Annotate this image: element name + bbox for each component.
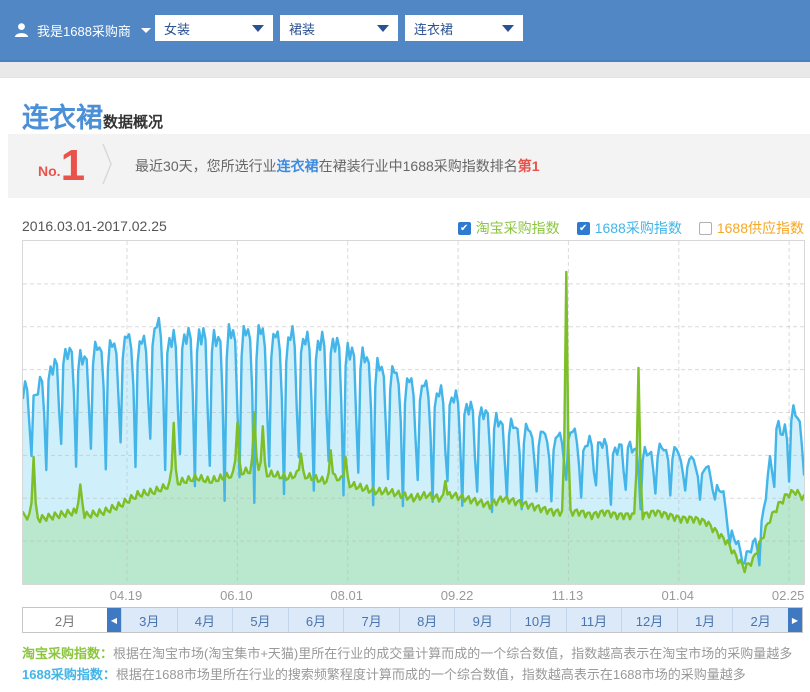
page-title-rest: 数据概况 — [103, 114, 163, 131]
user-label: 我是1688采购商 — [37, 21, 131, 40]
index-definition-2: 1688采购指数：根据在1688市场里所在行业的搜索频繁程度计算而成的一个综合数… — [22, 664, 810, 685]
rank-no-label: No. — [38, 163, 61, 179]
current-month-box[interactable]: 2月 — [23, 608, 107, 632]
x-tick-label: 09.22 — [441, 588, 474, 603]
checkbox-checked-icon[interactable]: ✔ — [577, 222, 590, 235]
top-bar: 我是1688采购商 女装 裙装 连衣裙 — [0, 0, 810, 62]
index-definition-1: 淘宝采购指数：根据在淘宝市场(淘宝集市+天猫)里所在行业的成交量计算而成的一个综… — [22, 643, 810, 664]
date-range-label: 2016.03.01-2017.02.25 — [22, 218, 167, 234]
user-icon — [14, 22, 29, 38]
x-tick-label: 11.13 — [552, 588, 584, 603]
rank-position: 第1 — [518, 158, 540, 174]
rank-value: 1 — [61, 146, 85, 186]
month-tab-8月[interactable]: 8月 — [399, 608, 455, 632]
chevron-divider-icon — [101, 141, 113, 192]
x-axis-labels: 04.19 06.10 08.01 09.22 11.13 01.04 02.25 — [22, 585, 803, 607]
x-tick-label: 01.04 — [662, 588, 695, 603]
index-definition-text: 根据在淘宝市场(淘宝集市+天猫)里所在行业的成交量计算而成的一个综合数值，指数越… — [113, 646, 792, 661]
category-select-1[interactable]: 女装 — [155, 15, 273, 41]
index-trend-chart[interactable] — [22, 240, 805, 585]
legend-item-3[interactable]: 1688供应指数 — [699, 218, 804, 238]
month-tab-9月[interactable]: 9月 — [454, 608, 510, 632]
chart-legend: ✔ 淘宝采购指数 ✔ 1688采购指数 1688供应指数 — [458, 218, 804, 238]
legend-item-1[interactable]: ✔ 淘宝采购指数 — [458, 218, 560, 238]
legend-label: 1688供应指数 — [717, 218, 804, 238]
category-select-3-value: 连衣裙 — [414, 19, 453, 38]
chevron-down-icon — [252, 25, 264, 32]
chart-header: 2016.03.01-2017.02.25 ✔ 淘宝采购指数 ✔ 1688采购指数 16… — [0, 214, 810, 240]
x-tick-label: 04.19 — [110, 588, 143, 603]
month-tab-1月[interactable]: 1月 — [677, 608, 733, 632]
legend-label: 1688采购指数 — [595, 218, 682, 238]
month-tab-11月[interactable]: 11月 — [566, 608, 622, 632]
rank-number: No. 1 — [38, 146, 85, 186]
next-month-button[interactable]: ▶ — [788, 608, 802, 632]
month-tab-5月[interactable]: 5月 — [232, 608, 288, 632]
page-title-keyword: 连衣裙 — [22, 103, 103, 133]
rank-text-before: 最近30天，您所选行业 — [135, 158, 277, 174]
category-select-3[interactable]: 连衣裙 — [405, 15, 523, 41]
month-tab-4月[interactable]: 4月 — [177, 608, 233, 632]
rank-keyword[interactable]: 连衣裙 — [277, 158, 319, 174]
category-select-1-value: 女装 — [164, 19, 190, 38]
page-title: 连衣裙数据概况 — [0, 78, 810, 122]
month-tab-7月[interactable]: 7月 — [343, 608, 399, 632]
month-tab-3月[interactable]: 3月 — [121, 608, 177, 632]
chevron-down-icon — [502, 25, 514, 32]
header-divider-strip — [0, 62, 810, 78]
index-definition-label: 1688采购指数： — [22, 667, 116, 682]
month-tab-12月[interactable]: 12月 — [621, 608, 677, 632]
chevron-down-icon — [141, 28, 151, 33]
legend-item-2[interactable]: ✔ 1688采购指数 — [577, 218, 682, 238]
index-definition-text: 根据在1688市场里所在行业的搜索频繁程度计算而成的一个综合数值，指数越高表示在… — [116, 667, 746, 682]
x-tick-label: 08.01 — [330, 588, 363, 603]
user-menu[interactable]: 我是1688采购商 — [14, 0, 151, 60]
category-select-2[interactable]: 裙装 — [280, 15, 398, 41]
checkbox-checked-icon[interactable]: ✔ — [458, 222, 471, 235]
index-definition-label: 淘宝采购指数： — [22, 646, 113, 661]
x-tick-label: 06.10 — [220, 588, 253, 603]
month-tab-2月[interactable]: 2月 — [732, 608, 788, 632]
checkbox-unchecked-icon[interactable] — [699, 222, 712, 235]
x-tick-label: 02.25 — [772, 588, 805, 603]
rank-description: 最近30天，您所选行业连衣裙在裙装行业中1688采购指数排名第1 — [135, 156, 540, 176]
month-selector: 2月 ◀ 3月4月5月6月7月8月9月10月11月12月1月2月▶ — [22, 607, 803, 633]
legend-label: 淘宝采购指数 — [476, 218, 560, 238]
chevron-down-icon — [377, 25, 389, 32]
month-tab-10月[interactable]: 10月 — [510, 608, 566, 632]
category-select-2-value: 裙装 — [289, 19, 315, 38]
month-tab-6月[interactable]: 6月 — [288, 608, 344, 632]
prev-month-button[interactable]: ◀ — [107, 608, 121, 632]
rank-banner: No. 1 最近30天，您所选行业连衣裙在裙装行业中1688采购指数排名第1 — [8, 134, 810, 198]
index-definitions: 淘宝采购指数：根据在淘宝市场(淘宝集市+天猫)里所在行业的成交量计算而成的一个综… — [22, 643, 810, 685]
rank-text-middle: 在裙装行业中1688采购指数排名 — [319, 158, 518, 174]
